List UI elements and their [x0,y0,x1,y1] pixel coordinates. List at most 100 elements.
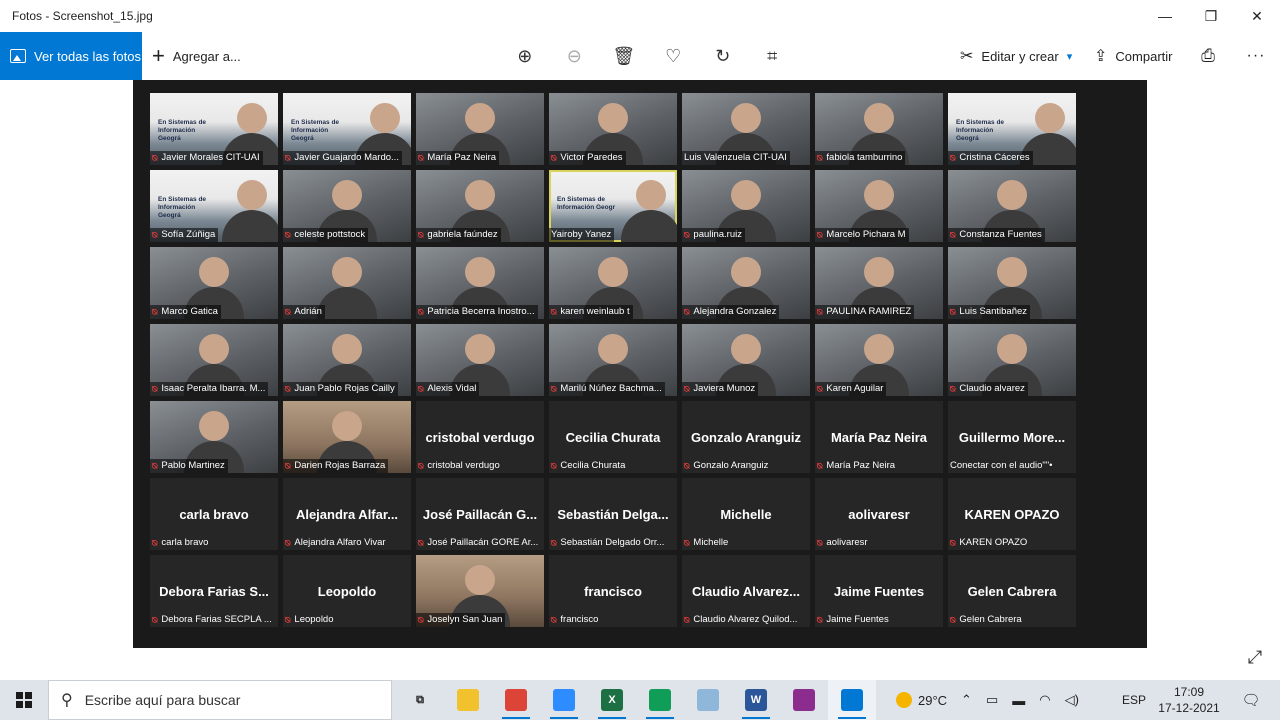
word-taskbar-button[interactable]: W [732,680,780,720]
participant-tile[interactable]: José Paillacán G... ⍉ José Paillacán GORE … [416,478,544,550]
wifi-icon[interactable]: ◠ [1039,692,1050,708]
chrome-taskbar-button[interactable] [492,680,540,720]
participant-tile[interactable]: Leopoldo ⍉ Leopoldo [283,555,411,627]
participant-tile[interactable]: Michelle ⍉ Michelle [682,478,810,550]
language-indicator[interactable]: ESP [1122,680,1146,720]
participant-tile[interactable]: En Sistemas de Información Geográ ⍉ Sofía … [150,170,278,242]
participant-tile[interactable]: ⍉ karen weinlaub t [549,247,677,319]
participant-tile[interactable]: ⍉ Karen Aguilar [815,324,943,396]
participant-tile[interactable]: En Sistemas de Información Geogr Yairoby … [549,170,677,242]
taskbar: ⚲ Escribe aquí para buscar ⧉ X W 29°C ⌃ ▭ … [0,680,1280,720]
chrome-profile-taskbar-button[interactable] [636,680,684,720]
participant-tile[interactable]: Debora Farias S... ⍉ Debora Farias SECPLA … [150,555,278,627]
more-icon[interactable]: ··· [1244,32,1268,80]
participant-tile[interactable]: ⍉ celeste pottstock [283,170,411,242]
photos-taskbar-button[interactable] [828,680,876,720]
participant-tile[interactable]: Gelen Cabrera ⍉ Gelen Cabrera [948,555,1076,627]
app-blue-taskbar-button[interactable] [684,680,732,720]
participant-tile[interactable]: ⍉ Alexis Vidal [416,324,544,396]
participant-tile[interactable]: ⍉ Adrián [283,247,411,319]
crop-icon[interactable]: ⌗ [748,32,798,80]
participant-tile[interactable]: ⍉ Juan Pablo Rojas Cailly [283,324,411,396]
participant-tile[interactable]: ⍉ Pablo Martinez [150,401,278,473]
file-explorer-taskbar-button[interactable] [444,680,492,720]
participant-tile[interactable]: cristobal verdugo ⍉ cristobal verdugo [416,401,544,473]
delete-icon[interactable]: 🗑 [599,32,649,80]
participant-video-head [465,103,495,133]
participant-tile[interactable]: En Sistemas de Información Geográ ⍉ Javier… [283,93,411,165]
participant-tile[interactable]: ⍉ Marco Gatica [150,247,278,319]
taskbar-search[interactable]: ⚲ Escribe aquí para buscar [48,680,392,720]
print-icon[interactable]: ⎙ [1196,32,1220,80]
participant-tile[interactable]: francisco ⍉ francisco [549,555,677,627]
participant-tile[interactable]: ⍉ Marcelo Pichara M [815,170,943,242]
add-to-button[interactable]: + Agregar a... [152,32,241,80]
excel-taskbar-button[interactable]: X [588,680,636,720]
notification-center-icon[interactable]: 🗨 [1236,680,1266,720]
participant-tile[interactable]: KAREN OPAZO ⍉ KAREN OPAZO [948,478,1076,550]
battery-icon[interactable]: ▬ [1012,693,1025,708]
muted-mic-icon: ⍉ [551,615,557,625]
volume-icon[interactable]: ◁) [1065,692,1079,708]
participant-tile[interactable]: ⍉ fabiola tamburrino [815,93,943,165]
participant-tile[interactable]: ⍉ María Paz Neira [416,93,544,165]
participant-video-head [864,257,894,287]
muted-mic-icon: ⍉ [285,230,291,240]
weather-temp[interactable]: 29°C [918,693,947,708]
participant-tile[interactable]: aolivaresr ⍉ aolivaresr [815,478,943,550]
start-button[interactable] [0,680,48,720]
view-all-photos-button[interactable]: Ver todas las fotos [0,32,142,80]
chevron-up-icon[interactable]: ⌃ [961,692,972,708]
shared-slide-text: En Sistemas de Información Geográ [956,119,1005,142]
participant-tile[interactable]: ⍉ Isaac Peralta Ibarra. M... [150,324,278,396]
zoom-taskbar-button[interactable] [540,680,588,720]
participant-tile[interactable]: Sebastián Delga... ⍉ Sebastián Delgado Orr… [549,478,677,550]
participant-tile[interactable]: ⍉ Javiera Munoz [682,324,810,396]
share-button[interactable]: ⇪ Compartir [1094,32,1172,80]
participant-tile[interactable]: Cecilia Churata ⍉ Cecilia Churata [549,401,677,473]
edit-create-button[interactable]: ✂ Editar y crear ▾ [960,32,1072,80]
participant-tile[interactable]: En Sistemas de Información Geográ ⍉ Cristi… [948,93,1076,165]
participant-tile[interactable]: ⍉ Luis Santibañez [948,247,1076,319]
participant-tile[interactable]: En Sistemas de Información Geográ ⍉ Javier… [150,93,278,165]
close-button[interactable]: ✕ [1234,0,1280,32]
participant-tile[interactable]: ⍉ Marilú Núñez Bachma... [549,324,677,396]
maximize-button[interactable]: ❐ [1188,0,1234,32]
clock[interactable]: 17:09 17-12-2021 [1152,680,1226,720]
rotate-icon[interactable]: ↻ [698,32,748,80]
participant-tile[interactable]: ⍉ Alejandra Gonzalez [682,247,810,319]
participant-tile[interactable]: ⍉ Darien Rojas Barraza [283,401,411,473]
participant-tile[interactable]: ⍉ Victor Paredes [549,93,677,165]
zoom-in-icon[interactable]: ⊕ [500,32,550,80]
fullscreen-expand-icon[interactable]: ⤢ [1244,646,1266,668]
participant-tile[interactable]: Jaime Fuentes ⍉ Jaime Fuentes [815,555,943,627]
participant-tile[interactable]: ⍉ Joselyn San Juan [416,555,544,627]
participant-tile[interactable]: Alejandra Alfar... ⍉ Alejandra Alfaro Viva… [283,478,411,550]
participant-tile[interactable]: ⍉ gabriela faúndez [416,170,544,242]
weather-sun-icon[interactable] [896,692,912,708]
zoom-out-icon[interactable]: ⊖ [550,32,600,80]
winrar-taskbar-button[interactable] [780,680,828,720]
word-icon: W [745,689,767,711]
participant-tile[interactable]: carla bravo ⍉ carla bravo [150,478,278,550]
muted-mic-icon: ⍉ [950,307,956,317]
participant-tile[interactable]: María Paz Neira ⍉ María Paz Neira [815,401,943,473]
participant-tile[interactable]: ⍉ Patricia Becerra Inostro... [416,247,544,319]
participant-name-label: ⍉ Alejandra Alfaro Vivar [283,536,389,550]
minimize-button[interactable]: — [1142,0,1188,32]
chrome-profile-icon [649,689,671,711]
participant-tile[interactable]: ⍉ PAULINA RAMIREZ [815,247,943,319]
participant-tile[interactable]: Claudio Alvarez... ⍉ Claudio Alvarez Quilo… [682,555,810,627]
windows-logo-icon [16,692,32,708]
favorite-icon[interactable]: ♡ [649,32,699,80]
participant-tile[interactable]: Gonzalo Aranguiz ⍉ Gonzalo Aranguiz [682,401,810,473]
meet-now-icon[interactable]: ▭ [986,692,998,708]
participant-tile[interactable]: ⍉ Claudio alvarez [948,324,1076,396]
participant-tile[interactable]: ⍉ paulina.ruiz [682,170,810,242]
participant-tile[interactable]: Luis Valenzuela CIT-UAI [682,93,810,165]
participant-name-label: ⍉ Gonzalo Aranguiz [682,459,771,473]
muted-mic-icon: ⍉ [152,307,158,317]
participant-tile[interactable]: Guillermo More... Conectar con el audio "… [948,401,1076,473]
participant-tile[interactable]: ⍉ Constanza Fuentes [948,170,1076,242]
task-view-taskbar-button[interactable]: ⧉ [396,680,444,720]
